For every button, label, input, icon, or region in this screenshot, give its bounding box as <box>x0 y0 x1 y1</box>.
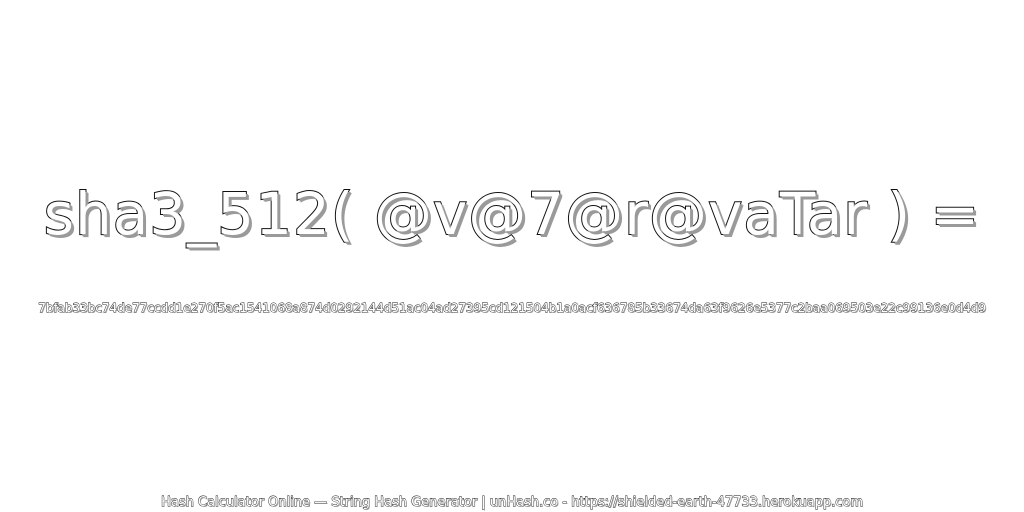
hash-expression-heading: sha3_512( @v@7@r@vaTar ) = <box>43 179 981 249</box>
site-footer-caption: Hash Calculator Online — String Hash Gen… <box>161 495 864 511</box>
hash-image-canvas: sha3_512( @v@7@r@vaTar ) = 7bfab33bc74de… <box>0 0 1024 512</box>
hash-result-value: 7bfab33bc74de77ccdd1e270f5ac1541068a874d… <box>38 301 987 316</box>
